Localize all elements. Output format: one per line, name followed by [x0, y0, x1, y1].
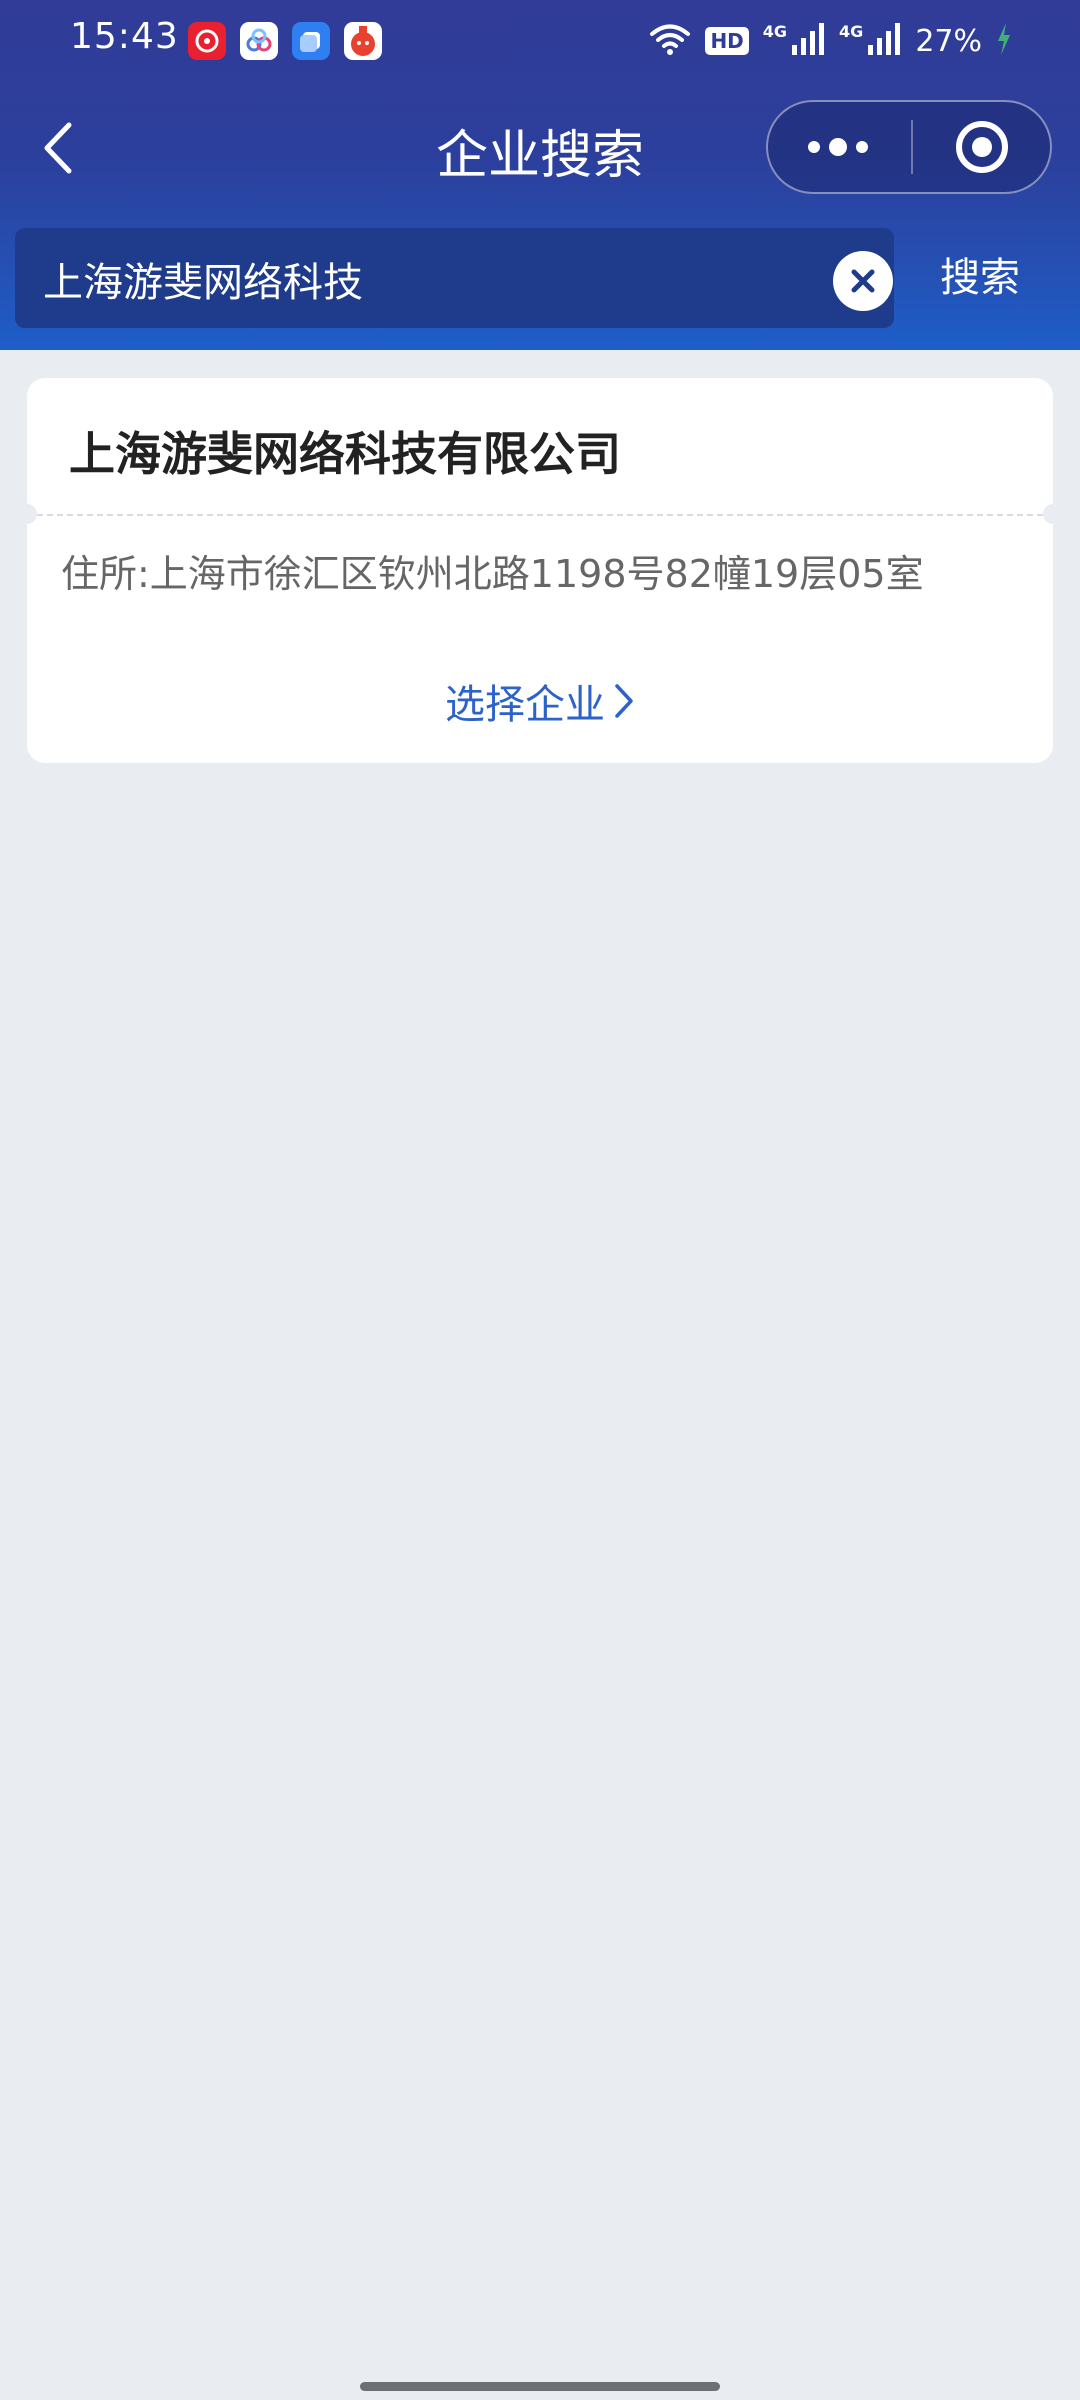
signal-icon — [791, 23, 825, 59]
search-button[interactable]: 搜索 — [910, 238, 1050, 318]
cloud-app-icon — [240, 22, 278, 60]
back-button[interactable] — [36, 118, 80, 178]
more-dots-icon — [808, 138, 868, 156]
status-indicators: HD 4G 4G 27% — [649, 18, 1012, 64]
company-result-card: 上海游斐网络科技有限公司 住所:上海市徐汇区钦州北路1198号82幢19层05室… — [17, 378, 1063, 763]
company-address: 住所:上海市徐汇区钦州北路1198号82幢19层05室 — [61, 552, 924, 596]
charging-icon — [996, 23, 1012, 59]
netease-music-icon — [188, 22, 226, 60]
card-divider — [27, 514, 1053, 516]
chevron-left-icon — [44, 122, 72, 174]
network-type-label: 4G — [762, 21, 788, 41]
search-input[interactable] — [41, 248, 805, 310]
blue-square-app-icon — [292, 22, 330, 60]
card-notch-left — [17, 504, 37, 524]
clear-search-button[interactable] — [833, 251, 893, 311]
red-mascot-app-icon — [344, 22, 382, 60]
search-box — [15, 228, 894, 328]
mini-program-capsule — [766, 100, 1052, 194]
signal-icon — [867, 23, 901, 59]
select-company-label: 选择企业 — [445, 682, 605, 728]
wifi-icon — [649, 22, 691, 60]
header: 15:43 HD 4G 4G 27% 企业搜索 上海游斐网络科技 搜索 — [0, 0, 1080, 350]
capsule-divider — [911, 120, 913, 174]
network-type-label: 4G — [839, 21, 864, 41]
card-notch-right — [1043, 504, 1063, 524]
home-gesture-bar[interactable] — [360, 2382, 720, 2391]
battery-level: 27% — [915, 23, 982, 59]
close-icon — [851, 269, 875, 293]
close-mini-program-button[interactable] — [914, 102, 1050, 192]
hd-badge: HD — [705, 27, 749, 55]
status-bar: 15:43 HD 4G 4G 27% — [0, 0, 1080, 82]
more-button[interactable] — [768, 102, 908, 192]
status-time: 15:43 — [70, 16, 179, 57]
target-circle-icon — [956, 121, 1008, 173]
chevron-right-icon — [615, 684, 633, 718]
page-title: 企业搜索 — [435, 126, 644, 186]
company-name: 上海游斐网络科技有限公司 — [69, 427, 621, 481]
select-company-button[interactable]: 选择企业 — [27, 666, 1053, 736]
